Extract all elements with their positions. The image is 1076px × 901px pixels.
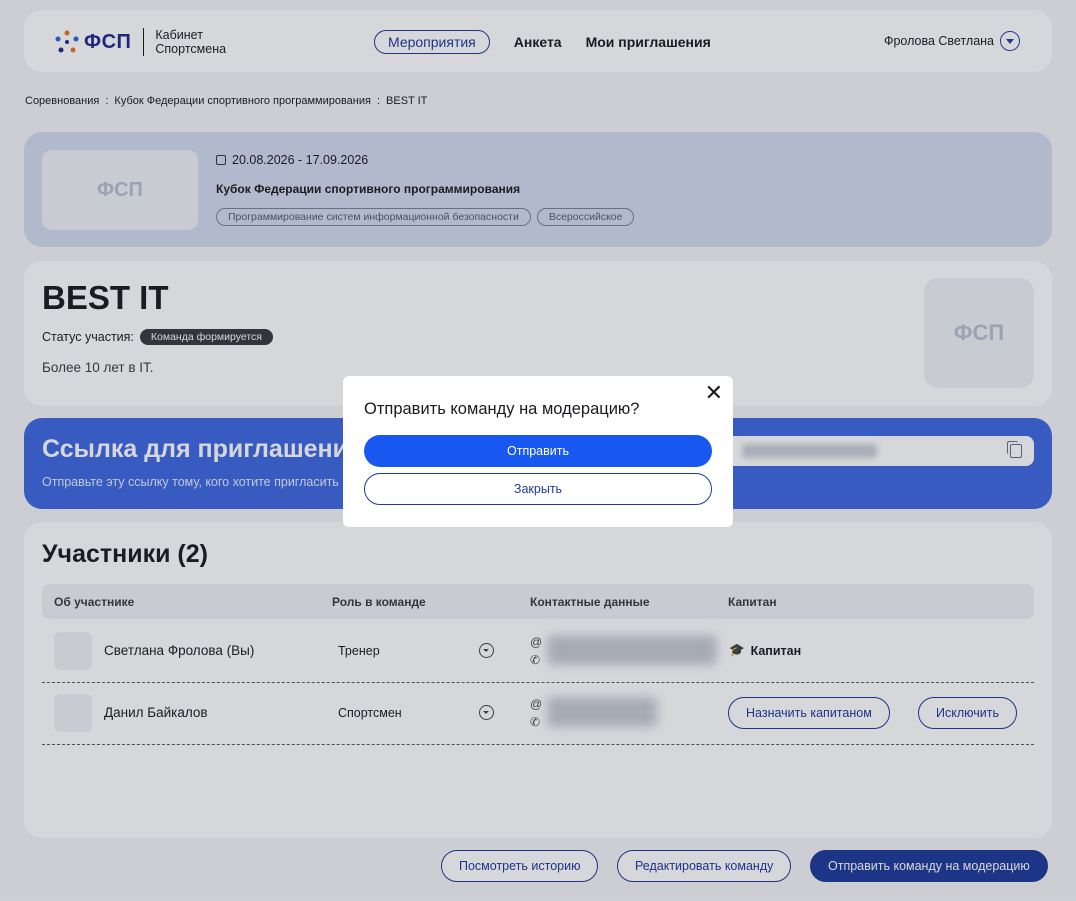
close-button[interactable]: Закрыть <box>364 473 712 505</box>
dialog-title: Отправить команду на модерацию? <box>364 400 640 418</box>
close-icon[interactable]: ✕ <box>705 382 723 404</box>
send-button[interactable]: Отправить <box>364 435 712 467</box>
moderation-dialog: Отправить команду на модерацию? ✕ Отправ… <box>343 376 733 527</box>
